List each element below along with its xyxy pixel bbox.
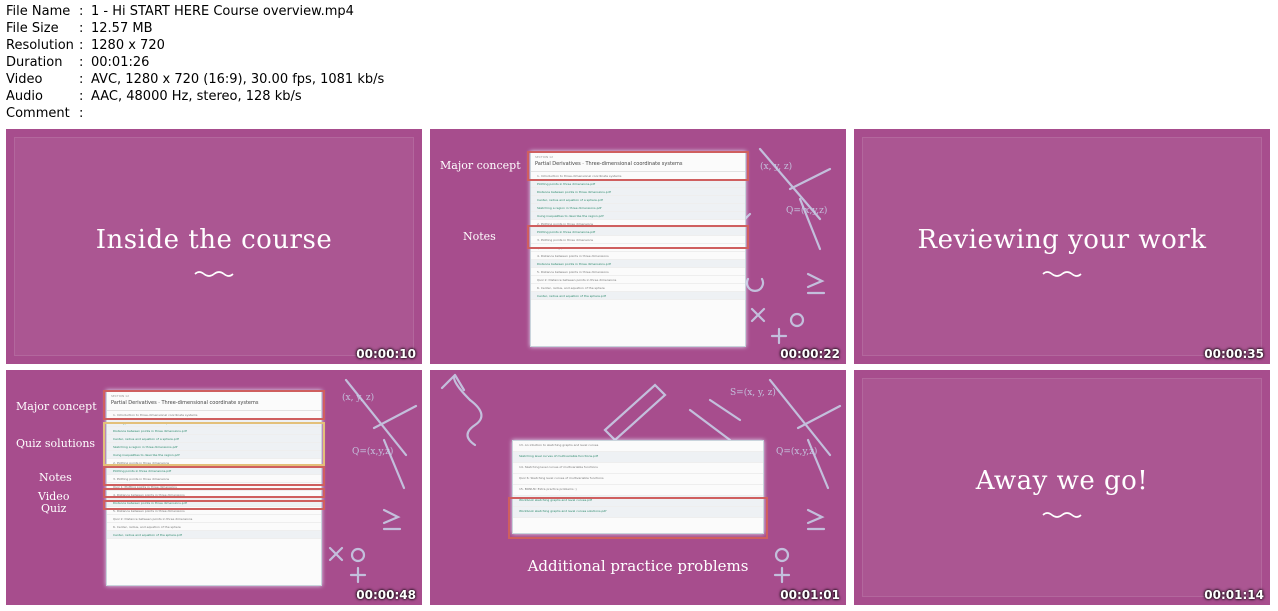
overlay-label: Notes [39, 471, 72, 484]
timestamp: 00:00:48 [356, 588, 416, 602]
timestamp: 00:00:35 [1204, 347, 1264, 361]
squiggle-icon [194, 271, 234, 277]
highlight-box [103, 422, 325, 466]
highlight-box [103, 466, 325, 486]
slide-title: Away we go! [975, 466, 1149, 496]
highlight-box [527, 151, 749, 181]
svg-text:(x, y, z): (x, y, z) [342, 392, 374, 403]
thumbnail-4[interactable]: (x, y, z) Q=(x,y,z) SECTION 12 Partial Der… [6, 370, 422, 605]
svg-text:S=(x, y, z): S=(x, y, z) [730, 387, 776, 398]
info-row: Video: AVC, 1280 x 720 (16:9), 30.00 fps,… [6, 72, 385, 87]
svg-text:Q=(x,y,z): Q=(x,y,z) [786, 205, 827, 216]
svg-text:Q=(x,y,z): Q=(x,y,z) [776, 446, 817, 457]
info-row: File Size:12.57 MB [6, 21, 153, 36]
highlight-box [527, 225, 749, 249]
info-row: Comment: [6, 106, 84, 121]
info-row: Duration:00:01:26 [6, 55, 150, 70]
highlight-box [103, 500, 325, 510]
timestamp: 00:01:01 [780, 588, 840, 602]
timestamp: 00:01:14 [1204, 588, 1264, 602]
squiggle-icon [1042, 271, 1082, 277]
thumbnail-5[interactable]: S=(x, y, z) Q=(x,y,z) 13. An intuition to… [430, 370, 846, 605]
highlight-box [103, 390, 325, 420]
svg-text:(x, y, z): (x, y, z) [760, 161, 792, 172]
overlay-label: Major concept [16, 400, 97, 413]
overlay-label: Quiz [41, 502, 67, 515]
overlay-label: Major concept [440, 159, 521, 172]
thumbnail-6[interactable]: Away we go! 00:01:14 [854, 370, 1270, 605]
file-info: File Name:1 - Hi START HERE Course overv… [6, 3, 384, 122]
info-row: Resolution:1280 x 720 [6, 38, 165, 53]
slide-title: Reviewing your work [917, 225, 1207, 255]
info-row: File Name:1 - Hi START HERE Course overv… [6, 4, 354, 19]
thumbnail-2[interactable]: (x, y, z) Q=(x,y,z) SECTION 12 Partial Der… [430, 129, 846, 364]
overlay-caption: Additional practice problems [527, 557, 749, 575]
thumbnail-3[interactable]: Reviewing your work 00:00:35 [854, 129, 1270, 364]
squiggle-icon [1042, 512, 1082, 518]
highlight-box [103, 488, 325, 498]
thumbnail-1[interactable]: Inside the course 00:00:10 [6, 129, 422, 364]
overlay-label: Quiz solutions [16, 437, 96, 450]
highlight-box [508, 497, 768, 539]
overlay-label: Notes [463, 230, 496, 243]
slide-title: Inside the course [95, 225, 333, 255]
info-row: Audio: AAC, 48000 Hz, stereo, 128 kb/s [6, 89, 302, 104]
svg-text:Q=(x,y,z): Q=(x,y,z) [352, 446, 393, 457]
timestamp: 00:00:10 [356, 347, 416, 361]
timestamp: 00:00:22 [780, 347, 840, 361]
